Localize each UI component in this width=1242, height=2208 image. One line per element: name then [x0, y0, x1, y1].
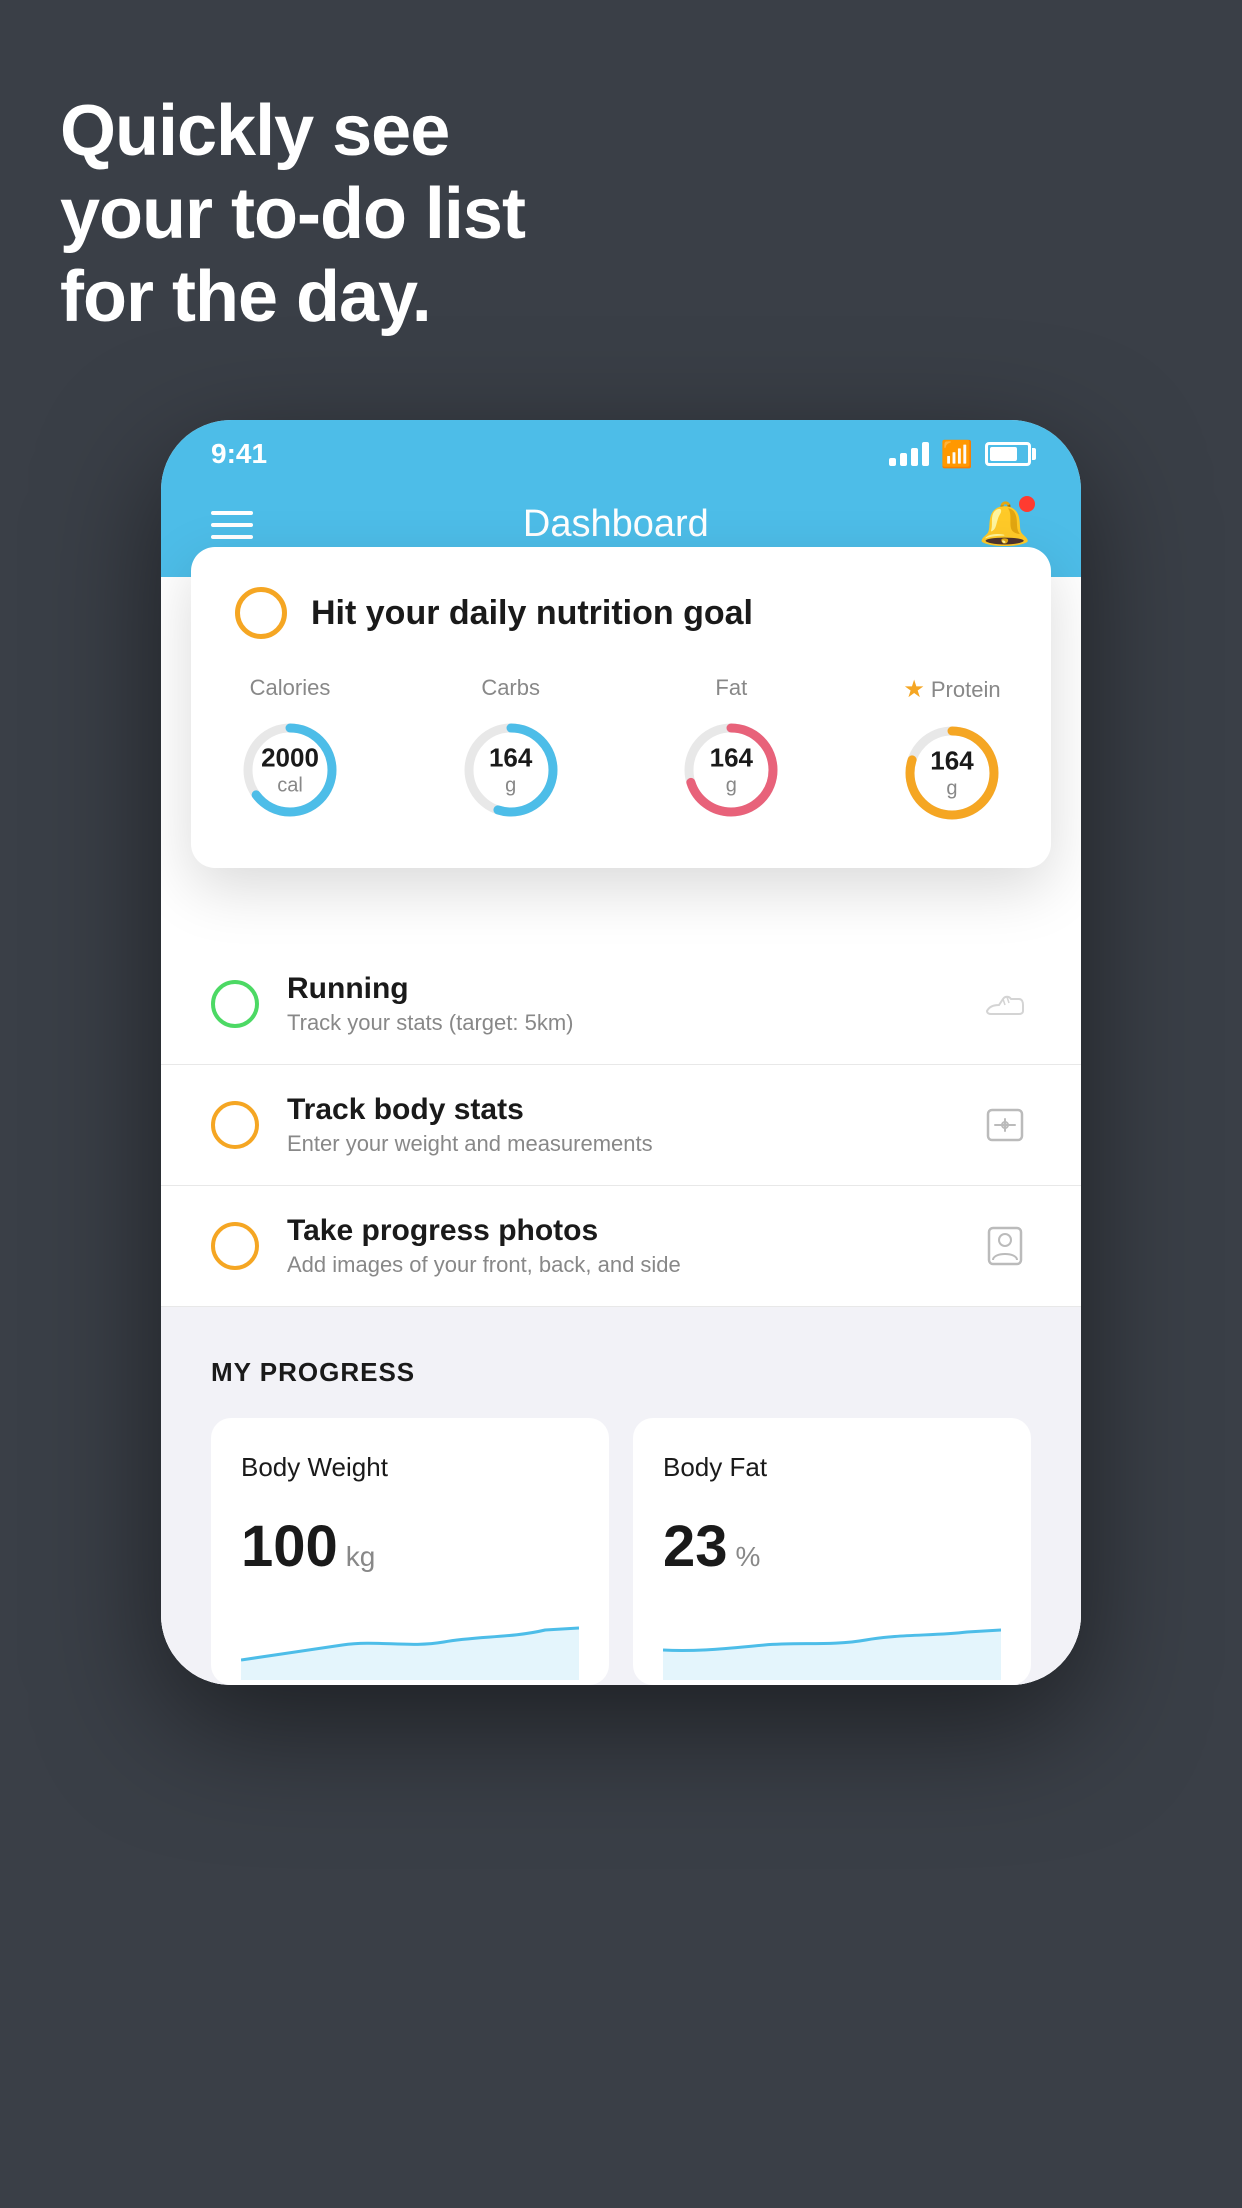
photos-text: Take progress photos Add images of your … [287, 1214, 979, 1278]
todo-running[interactable]: Running Track your stats (target: 5km) [161, 944, 1081, 1065]
body-fat-value: 23 [663, 1513, 728, 1580]
running-circle [211, 980, 259, 1028]
hero-line2: your to-do list [60, 173, 525, 256]
body-fat-value-row: 23 % [663, 1513, 1001, 1580]
time: 9:41 [211, 438, 267, 470]
main-content: THINGS TO DO TODAY Hit your daily nutrit… [161, 577, 1081, 1685]
calories-label: Calories [250, 675, 331, 701]
card-title: Hit your daily nutrition goal [311, 594, 753, 633]
photos-circle [211, 1222, 259, 1270]
body-stats-sub: Enter your weight and measurements [287, 1131, 979, 1157]
shoe-icon [979, 978, 1031, 1030]
battery-icon [985, 442, 1031, 466]
fat-donut: 164 g [676, 715, 786, 825]
body-fat-title: Body Fat [663, 1452, 1001, 1483]
progress-title: MY PROGRESS [211, 1357, 1031, 1388]
hero-text: Quickly see your to-do list for the day. [60, 90, 525, 338]
body-weight-title: Body Weight [241, 1452, 579, 1483]
carbs-value: 164 g [489, 742, 532, 797]
status-bar: 9:41 📶 [161, 420, 1081, 480]
phone-wrapper: 9:41 📶 Dashboard 🔔 [161, 420, 1081, 1685]
body-weight-unit: kg [346, 1541, 376, 1573]
card-title-row: Hit your daily nutrition goal [235, 587, 1007, 639]
menu-button[interactable] [211, 511, 253, 539]
hero-line3: for the day. [60, 256, 525, 339]
signal-icon [889, 442, 929, 466]
body-stats-circle [211, 1101, 259, 1149]
notification-button[interactable]: 🔔 [979, 500, 1031, 549]
body-weight-card: Body Weight 100 kg [211, 1418, 609, 1685]
protein-donut: 164 g [897, 718, 1007, 828]
scale-icon [979, 1099, 1031, 1151]
progress-section: MY PROGRESS Body Weight 100 kg [161, 1307, 1081, 1685]
carbs-donut: 164 g [456, 715, 566, 825]
nutrition-fat: Fat 164 g [676, 675, 786, 828]
body-weight-chart [241, 1610, 579, 1680]
body-stats-text: Track body stats Enter your weight and m… [287, 1093, 979, 1157]
fat-value: 164 g [710, 742, 753, 797]
nutrition-carbs: Carbs 164 g [456, 675, 566, 828]
body-fat-card: Body Fat 23 % [633, 1418, 1031, 1685]
running-text: Running Track your stats (target: 5km) [287, 972, 979, 1036]
carbs-label: Carbs [481, 675, 540, 701]
person-icon [979, 1220, 1031, 1272]
calories-value: 2000 cal [261, 742, 319, 797]
todo-circle-nutrition [235, 587, 287, 639]
body-stats-name: Track body stats [287, 1093, 979, 1127]
progress-cards: Body Weight 100 kg B [211, 1418, 1031, 1685]
phone: 9:41 📶 Dashboard 🔔 [161, 420, 1081, 1685]
star-icon: ★ [903, 675, 925, 704]
fat-label: Fat [715, 675, 747, 701]
protein-label-row: ★ Protein [903, 675, 1000, 704]
protein-label: Protein [931, 677, 1001, 703]
status-icons: 📶 [889, 439, 1031, 470]
body-fat-unit: % [736, 1541, 761, 1573]
body-weight-value-row: 100 kg [241, 1513, 579, 1580]
todo-photos[interactable]: Take progress photos Add images of your … [161, 1186, 1081, 1307]
hero-line1: Quickly see [60, 90, 525, 173]
running-name: Running [287, 972, 979, 1006]
running-sub: Track your stats (target: 5km) [287, 1010, 979, 1036]
protein-value: 164 g [930, 745, 973, 800]
todo-body-stats[interactable]: Track body stats Enter your weight and m… [161, 1065, 1081, 1186]
photos-name: Take progress photos [287, 1214, 979, 1248]
body-weight-value: 100 [241, 1513, 338, 1580]
photos-sub: Add images of your front, back, and side [287, 1252, 979, 1278]
nutrition-row: Calories 2000 cal [235, 675, 1007, 828]
calories-donut: 2000 cal [235, 715, 345, 825]
nutrition-card: Hit your daily nutrition goal Calories [191, 547, 1051, 868]
nutrition-calories: Calories 2000 cal [235, 675, 345, 828]
notification-dot [1019, 496, 1035, 512]
nutrition-protein: ★ Protein 164 g [897, 675, 1007, 828]
body-fat-chart [663, 1610, 1001, 1680]
wifi-icon: 📶 [941, 439, 973, 470]
nav-title: Dashboard [523, 503, 709, 546]
